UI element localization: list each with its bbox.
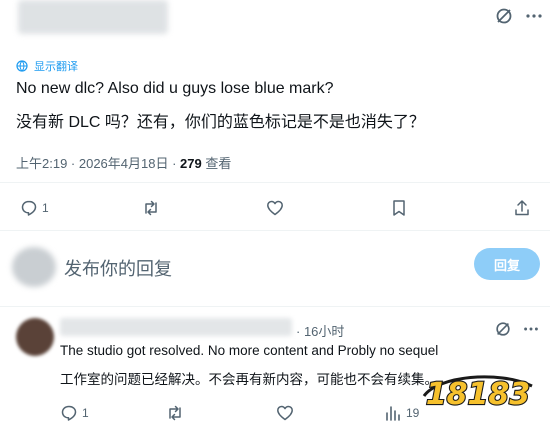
reply-action[interactable]: 1 [60, 404, 89, 422]
divider [0, 182, 550, 183]
site-watermark-logo: 18183 [422, 375, 534, 413]
heart-icon [277, 405, 293, 421]
divider [0, 230, 550, 231]
tweet-meta: 上午2:19 · 2026年4月18日 · 279 查看 [16, 153, 231, 172]
composer-avatar [12, 247, 56, 287]
more-icon[interactable] [524, 6, 544, 30]
tweet-time[interactable]: 上午2:19 · 2026年4月18日 · [16, 156, 180, 171]
reply-button[interactable]: 回复 [474, 248, 540, 280]
reply-count: 1 [42, 201, 49, 215]
translate-link[interactable]: 显示翻译 [16, 58, 78, 74]
like-action[interactable] [266, 199, 284, 217]
grok-icon[interactable] [494, 6, 514, 30]
globe-icon [16, 60, 28, 72]
views-label: 查看 [201, 156, 232, 171]
views-action[interactable]: 19 [384, 404, 419, 422]
reply-count: 1 [82, 406, 89, 420]
reply-action[interactable]: 1 [20, 199, 49, 217]
analytics-icon [386, 406, 400, 421]
more-icon[interactable] [522, 320, 540, 342]
translate-label: 显示翻译 [34, 61, 78, 73]
retweet-icon [145, 200, 157, 216]
grok-icon[interactable] [494, 320, 512, 342]
heart-icon [267, 200, 283, 216]
reply-input[interactable]: 发布你的回复 [64, 255, 172, 281]
tweet-text-en: No new dlc? Also did u guys lose blue ma… [16, 80, 334, 97]
watermark-text: 18183 [426, 377, 530, 412]
avatar[interactable] [16, 318, 54, 356]
share-icon [515, 200, 529, 216]
retweet-action[interactable] [166, 404, 184, 422]
reply-author-blurred [60, 318, 292, 336]
reply-text-zh: 工作室的问题已经解决。不会再有新内容，可能也不会有续集。 [60, 372, 438, 387]
bookmark-action[interactable] [390, 199, 408, 217]
reply-icon [21, 200, 37, 216]
views-count: 279 [180, 156, 202, 171]
author-name-blurred [18, 0, 168, 34]
retweet-action[interactable] [142, 199, 160, 217]
tweet-text-zh: 没有新 DLC 吗？还有，你们的蓝色标记是不是也消失了？ [16, 114, 425, 131]
divider [0, 306, 550, 307]
bookmark-icon [393, 200, 405, 216]
reply-time[interactable]: · 16小时 [296, 321, 344, 340]
share-action[interactable] [513, 199, 531, 217]
like-action[interactable] [276, 404, 294, 422]
reply-text-en: The studio got resolved. No more content… [60, 343, 439, 358]
reply-icon [61, 405, 77, 421]
retweet-icon [169, 405, 181, 421]
